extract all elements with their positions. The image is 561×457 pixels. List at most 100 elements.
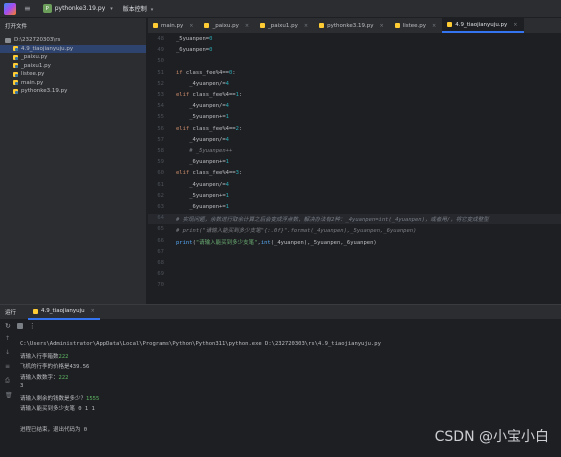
code-line[interactable]: # print("请输入能买到多少支笔"{:.0f}".format(_4yua… xyxy=(176,226,416,234)
python-file-icon xyxy=(13,46,18,52)
code-line[interactable]: _6yuanpen=0 xyxy=(176,47,212,53)
line-number: 53 xyxy=(157,92,164,98)
tree-file[interactable]: pythonke3.19.py xyxy=(0,87,146,96)
code-line[interactable]: _5yuanpen+=1 xyxy=(176,193,229,199)
console-line: C:\Users\Administrator\AppData\Local\Pro… xyxy=(20,341,381,352)
code-line[interactable]: _4yuanpen/=4 xyxy=(176,182,229,188)
tree-file[interactable]: _paixu.py xyxy=(0,53,146,62)
run-toolbar: ↻ ⋮ xyxy=(0,320,561,332)
folder-icon xyxy=(5,37,11,43)
code-line[interactable]: _4yuanpen/=4 xyxy=(176,137,229,143)
main-menu-icon[interactable]: ≡ xyxy=(24,4,31,13)
vcs-menu[interactable]: 版本控制 ▾ xyxy=(123,4,153,13)
line-number: 56 xyxy=(157,125,164,132)
tree-file[interactable]: listee.py xyxy=(0,70,146,79)
code-line[interactable]: elif class_fee%4==3: xyxy=(176,170,242,176)
python-file-icon xyxy=(260,23,266,28)
tree-item-label: pythonke3.19.py xyxy=(21,88,68,95)
line-number: 58 xyxy=(157,148,164,154)
console-text: 请输入剩余的钱数是多少？ xyxy=(20,395,87,402)
code-line[interactable]: # _5yuanpen++ xyxy=(176,148,232,154)
code-line[interactable]: elif class_fee%4==2: xyxy=(176,126,242,132)
editor-tab-label: listee.py xyxy=(402,22,427,29)
line-number: 60 xyxy=(157,170,164,177)
python-file-icon xyxy=(33,308,39,314)
close-icon[interactable]: × xyxy=(91,308,95,314)
close-icon[interactable]: × xyxy=(432,23,436,29)
line-number: 52 xyxy=(157,80,164,87)
editor-tab[interactable]: main.py × xyxy=(148,18,199,33)
console-text: 飞机的行李的价格是439.56 xyxy=(20,364,90,370)
line-number: 67 xyxy=(157,248,164,255)
tree-file[interactable]: 4.9_tiaojianyuju.py xyxy=(0,44,146,53)
project-name: pythonke3.19.py xyxy=(54,5,106,12)
line-number: 57 xyxy=(157,136,164,143)
tree-item-label: main.py xyxy=(21,79,44,86)
code-line[interactable]: # 实现问题，余数进行取余计算之后会变成浮点数，解决办法有2种：_4yuanpe… xyxy=(176,215,489,223)
more-options-icon[interactable]: ⋮ xyxy=(29,322,36,330)
editor-tab-label: pythonke3.19.py xyxy=(327,22,374,29)
line-number: 62 xyxy=(157,192,164,199)
console-text: C:\Users\Administrator\AppData\Local\Pro… xyxy=(20,341,381,347)
editor-tab[interactable]: _paixu.py × xyxy=(199,18,255,33)
code-line[interactable]: _4yuanpen/=4 xyxy=(176,81,229,87)
line-number: 55 xyxy=(157,114,164,121)
editor-tab-label: main.py xyxy=(161,22,184,29)
project-selector[interactable]: P pythonke3.19.py ▾ xyxy=(42,4,113,13)
editor-tab[interactable]: _paixu1.py × xyxy=(255,18,314,33)
close-icon[interactable]: × xyxy=(304,23,308,29)
line-number: 69 xyxy=(157,271,164,278)
tree-item-label: 4.9_tiaojianyuju.py xyxy=(21,45,74,52)
console-text: 请输入行李箱数 xyxy=(20,353,59,360)
scroll-up-icon[interactable]: ↑ xyxy=(5,335,13,342)
project-tree: D:\232720303\rs 4.9_tiaojianyuju.py _paixu… xyxy=(0,34,146,96)
vcs-label: 版本控制 xyxy=(122,6,147,13)
editor-tab[interactable]: listee.py × xyxy=(390,18,443,33)
tree-folder[interactable]: D:\232720303\rs xyxy=(0,36,146,45)
tree-file[interactable]: _paixu1.py xyxy=(0,62,146,71)
code-line[interactable]: _6yuanpen+=1 xyxy=(176,159,229,165)
console-text: 3 xyxy=(20,383,24,389)
tree-file[interactable]: main.py xyxy=(0,79,146,88)
console-user-input: 1555 xyxy=(86,395,100,402)
code-line[interactable]: _5yuanpen+=1 xyxy=(176,114,229,120)
line-number: 59 xyxy=(157,159,164,166)
editor-tab[interactable]: 4.9_tiaojianyuju.py × xyxy=(442,18,524,33)
close-icon[interactable]: × xyxy=(189,23,193,29)
code-line[interactable]: print("请输入能买到多少支笔",int(_4yuanpen),_5yuan… xyxy=(176,238,377,246)
rerun-icon[interactable]: ↻ xyxy=(5,322,11,330)
line-number: 64 xyxy=(157,215,164,222)
console-text: 进程已结束，退出代码为 0 xyxy=(20,427,88,433)
scroll-down-icon[interactable]: ↓ xyxy=(5,349,13,356)
code-line[interactable]: elif class_fee%4==1: xyxy=(176,92,242,98)
close-icon[interactable]: × xyxy=(379,23,383,29)
code-line[interactable]: _6yuanpen+=1 xyxy=(176,204,229,210)
console-output[interactable]: C:\Users\Administrator\AppData\Local\Pro… xyxy=(20,341,381,436)
title-bar: ≡ P pythonke3.19.py ▾ 版本控制 ▾ xyxy=(0,0,561,18)
code-editor[interactable]: 48 49 50 51 52 53 54 55 56 57 58 59 60 61 62 63 64 65 66 67… xyxy=(148,34,561,304)
trash-icon[interactable]: 🗑 xyxy=(5,392,13,399)
python-file-icon xyxy=(319,23,325,28)
close-icon[interactable]: × xyxy=(245,23,249,29)
tree-item-label: _paixu.py xyxy=(21,54,48,61)
run-tab[interactable]: 4.9_tiaojianyuju × xyxy=(28,305,100,320)
python-file-icon xyxy=(13,63,18,69)
editor-tab[interactable]: pythonke3.19.py × xyxy=(314,18,390,33)
line-gutter: 48 49 50 51 52 53 54 55 56 57 58 59 60 61 62 63 64 65 66 67… xyxy=(148,34,172,304)
project-sidebar: 打开文件 D:\232720303\rs 4.9_tiaojianyuju.py _… xyxy=(0,18,147,304)
close-icon[interactable]: × xyxy=(513,22,517,28)
python-file-icon xyxy=(13,88,18,94)
code-line[interactable]: if class_fee%4==0: xyxy=(176,70,236,76)
line-number: 51 xyxy=(157,69,164,76)
sidebar-header: 打开文件 xyxy=(0,18,146,34)
code-line[interactable]: _5yuanpen=0 xyxy=(176,36,212,42)
python-file-icon xyxy=(13,80,18,86)
python-file-icon xyxy=(394,23,400,28)
soft-wrap-icon[interactable]: ≡ xyxy=(5,363,13,370)
run-tab-label: 4.9_tiaojianyuju xyxy=(41,308,85,314)
console-line: 请输入剩余的钱数是多少？1555 xyxy=(20,394,381,405)
code-line[interactable]: _4yuanpen/=4 xyxy=(176,103,229,109)
stop-icon[interactable] xyxy=(16,323,23,329)
print-icon[interactable]: ⎙ xyxy=(5,377,13,385)
